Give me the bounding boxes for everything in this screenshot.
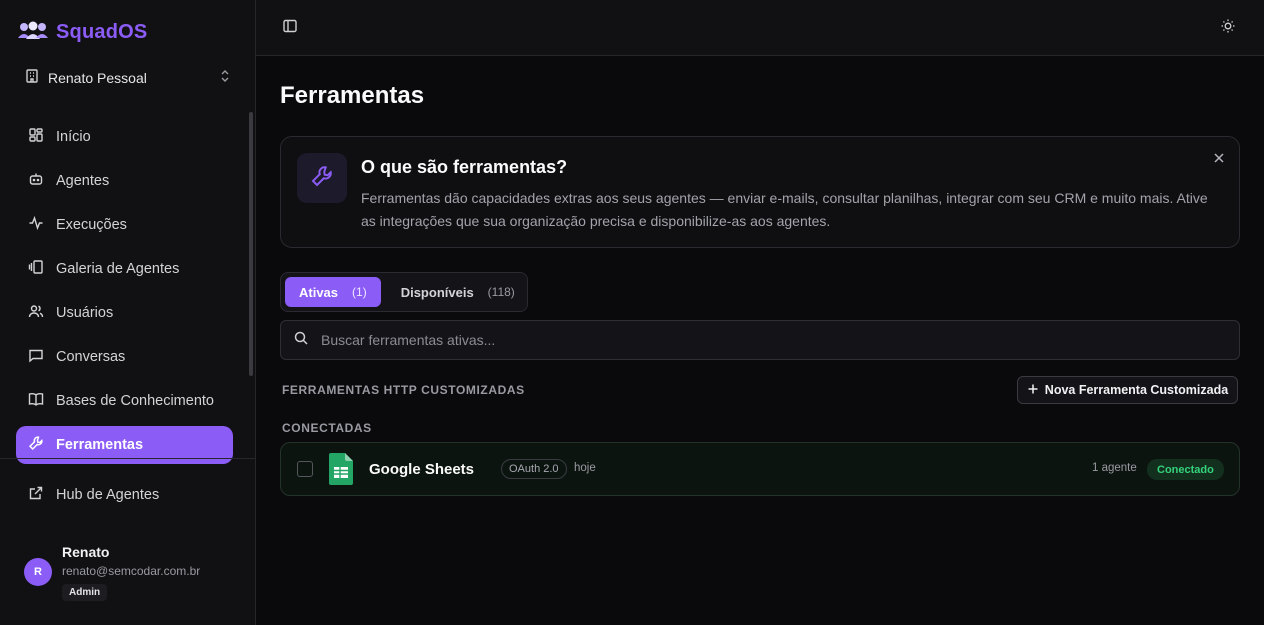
gallery-icon [28, 259, 44, 279]
tab-ativas[interactable]: Ativas (1) [285, 277, 381, 307]
info-card: O que são ferramentas? Ferramentas dão c… [280, 136, 1240, 248]
sidebar-item-conversas[interactable]: Conversas [16, 338, 233, 376]
tab-label: Disponíveis [400, 284, 474, 300]
sidebar-item-label: Execuções [56, 217, 127, 233]
sidebar-item-label: Bases de Conhecimento [56, 393, 214, 409]
sidebar-scrollbar[interactable] [249, 112, 253, 376]
close-info-button[interactable] [1213, 151, 1225, 169]
brand-name: SquadOS [56, 21, 148, 43]
wrench-icon [310, 164, 334, 193]
panel-left-icon [282, 18, 298, 39]
tab-count: (118) [487, 285, 515, 299]
sidebar-item-usuarios[interactable]: Usuários [16, 294, 233, 332]
custom-tools-label: FERRAMENTAS HTTP CUSTOMIZADAS [282, 383, 525, 397]
role-badge: Admin [62, 584, 108, 601]
brand[interactable]: SquadOS [16, 20, 147, 45]
sidebar-item-galeria[interactable]: Galeria de Agentes [16, 250, 233, 288]
search-icon [293, 330, 309, 351]
building-icon [24, 68, 40, 89]
connected-label: CONECTADAS [282, 421, 372, 435]
user-email: renato@semcodar.com.br [62, 564, 201, 578]
chevrons-up-down-icon [218, 69, 232, 88]
sidebar-item-label: Usuários [56, 305, 114, 321]
sidebar-item-agentes[interactable]: Agentes [16, 162, 233, 200]
external-link-icon [28, 485, 44, 505]
sidebar-item-label: Ferramentas [56, 437, 144, 453]
activity-icon [28, 215, 44, 235]
sidebar: SquadOS Renato Pessoal Início Agentes Ex… [0, 0, 256, 625]
squad-logo-icon [16, 20, 50, 45]
theme-toggle-button[interactable] [1216, 16, 1240, 40]
sidebar-toggle-button[interactable] [278, 16, 302, 40]
org-switcher[interactable]: Renato Pessoal [16, 62, 240, 94]
sidebar-item-label: Galeria de Agentes [56, 261, 180, 277]
sidebar-item-execucoes[interactable]: Execuções [16, 206, 233, 244]
info-text: Ferramentas dão capacidades extras aos s… [361, 190, 1208, 229]
tab-label: Ativas [299, 284, 339, 300]
user-name: Renato [62, 544, 110, 560]
message-square-icon [28, 347, 44, 367]
close-icon [1213, 151, 1225, 168]
sidebar-nav: Início Agentes Execuções Galeria de Agen… [16, 118, 233, 470]
tab-count: (1) [352, 285, 367, 299]
search-box [280, 320, 1240, 360]
new-custom-tool-button[interactable]: Nova Ferramenta Customizada [1017, 376, 1238, 404]
tool-name: Google Sheets [369, 461, 475, 478]
user-profile[interactable]: R Renato renato@semcodar.com.br Admin [24, 544, 200, 601]
tool-tabs: Ativas (1) Disponíveis (118) [280, 272, 528, 312]
status-badge: Conectado [1147, 459, 1224, 480]
search-input[interactable] [321, 332, 1227, 348]
info-icon-box [297, 153, 347, 203]
sun-icon [1220, 18, 1236, 39]
layout-grid-icon [28, 127, 44, 147]
book-open-icon [28, 391, 44, 411]
avatar: R [24, 558, 52, 586]
wrench-icon [28, 435, 44, 455]
auth-badge: OAuth 2.0 [501, 459, 567, 479]
tool-date: hoje [574, 462, 596, 474]
page-title: Ferramentas [280, 82, 425, 109]
sidebar-item-label: Conversas [56, 349, 126, 365]
google-sheets-icon [329, 453, 353, 490]
users-icon [28, 303, 44, 323]
tab-disponiveis[interactable]: Disponíveis (118) [387, 277, 529, 307]
org-name: Renato Pessoal [48, 70, 147, 86]
sidebar-divider [0, 458, 255, 459]
sidebar-item-label: Agentes [56, 173, 110, 189]
hub-section: Hub de Agentes [16, 476, 233, 520]
topbar [256, 0, 1264, 56]
sidebar-item-bases[interactable]: Bases de Conhecimento [16, 382, 233, 420]
sidebar-item-label: Início [56, 129, 91, 145]
sidebar-item-inicio[interactable]: Início [16, 118, 233, 156]
button-label: Nova Ferramenta Customizada [1044, 383, 1229, 397]
plus-icon [1027, 383, 1039, 398]
tool-row[interactable]: Google Sheets OAuth 2.0 hoje 1 agente Co… [280, 442, 1240, 496]
info-title: O que são ferramentas? [361, 157, 568, 177]
agent-count: 1 agente [1092, 462, 1137, 474]
sidebar-item-hub[interactable]: Hub de Agentes [16, 476, 233, 514]
bot-icon [28, 171, 44, 191]
sidebar-item-label: Hub de Agentes [56, 487, 160, 503]
tool-checkbox[interactable] [297, 461, 313, 477]
